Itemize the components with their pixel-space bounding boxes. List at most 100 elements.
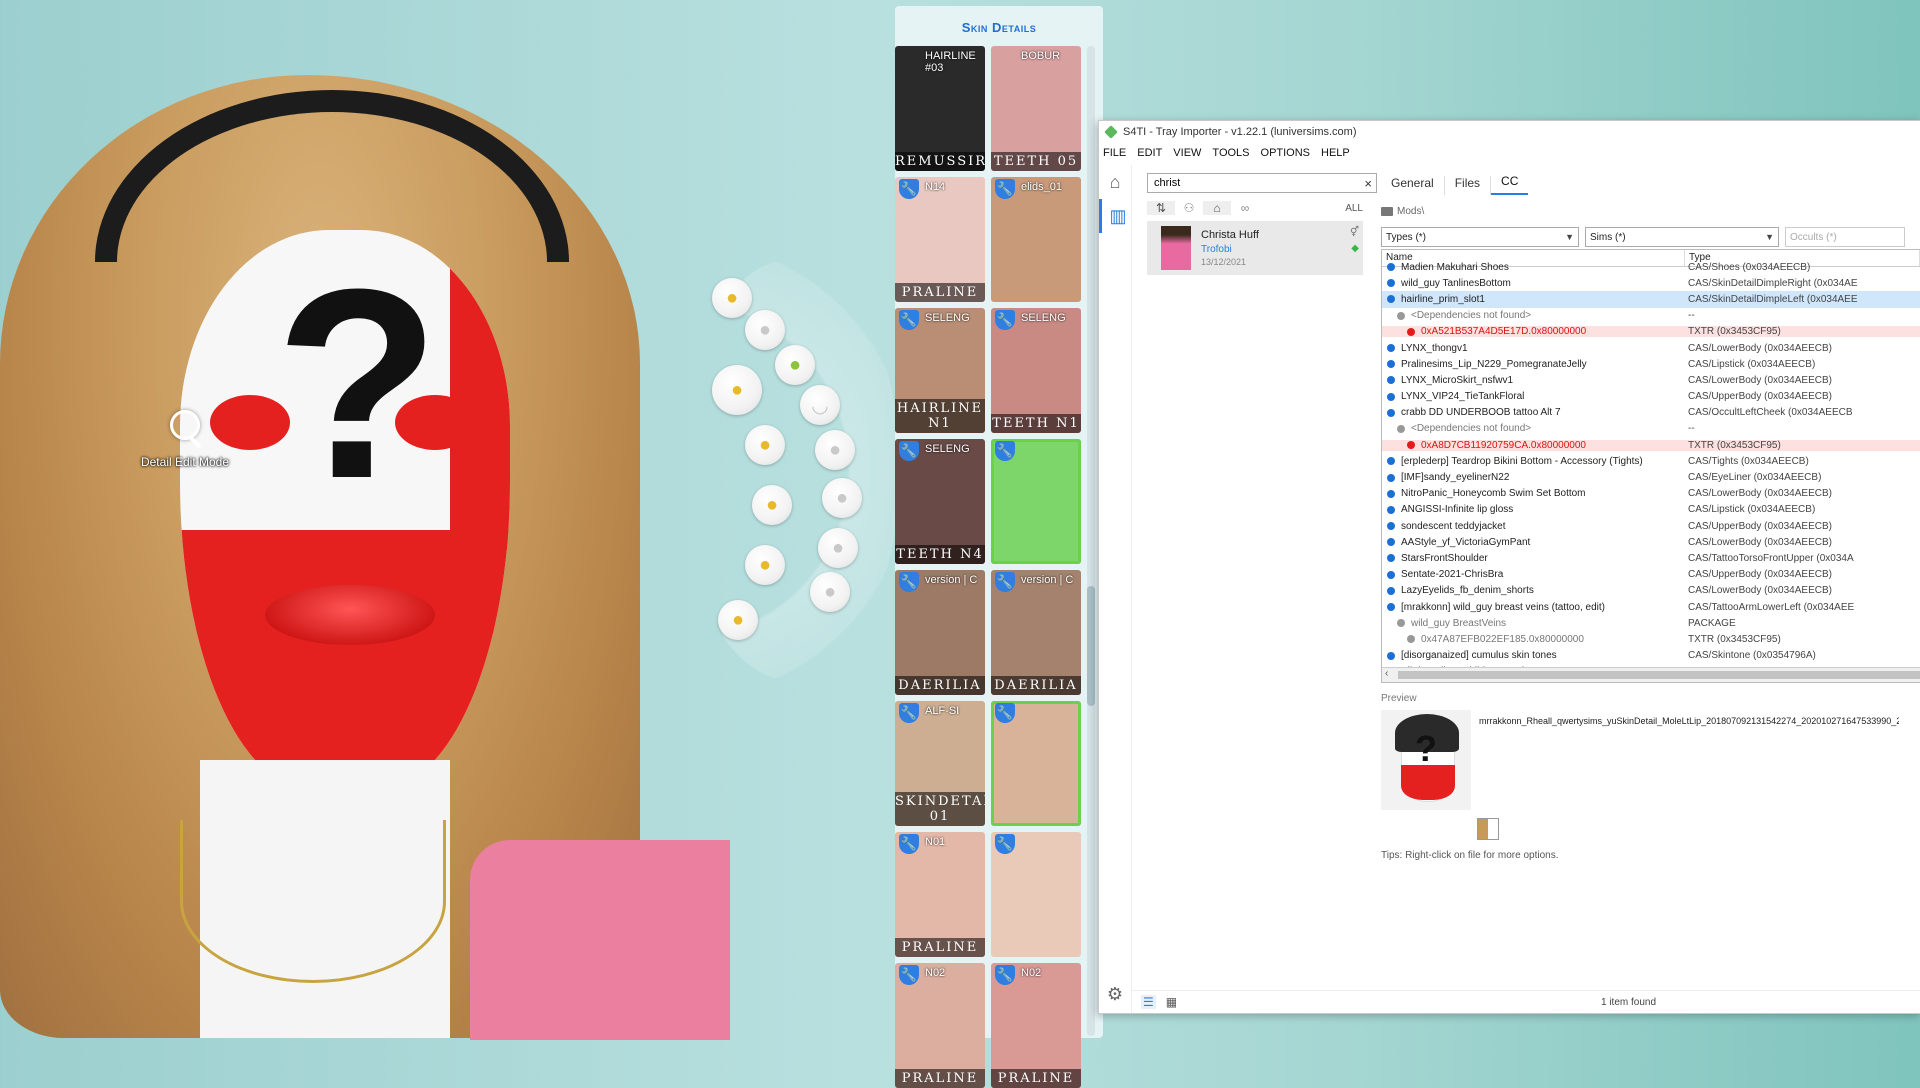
- table-row[interactable]: 0xA8D7CB11920759CA.0x80000000 TXTR (0x345…: [1382, 437, 1920, 453]
- table-row[interactable]: [IMF]sandy_eyelinerN22 CAS/EyeLiner (0x03…: [1382, 469, 1920, 485]
- table-row[interactable]: Madien Makuhari Shoes CAS/Shoes (0x034AEE…: [1382, 259, 1920, 275]
- skin-detail-thumb[interactable]: 🔧 N01 PRALINE: [895, 832, 985, 957]
- color-swatch[interactable]: [1477, 818, 1499, 840]
- table-row[interactable]: [mrakkonn] wild_guy breast veins (tattoo…: [1382, 599, 1920, 615]
- sims-dropdown[interactable]: Sims (*) ▼: [1585, 227, 1779, 247]
- filter-all-label[interactable]: ALL: [1345, 203, 1363, 214]
- tab-files[interactable]: Files: [1445, 176, 1492, 195]
- sim-card[interactable]: Christa Huff Trofobi 13/12/2021 ⚥ ◆: [1147, 221, 1363, 275]
- tab-cc[interactable]: CC: [1491, 174, 1529, 195]
- skin-detail-thumb[interactable]: BOBUR TEETH 05: [991, 46, 1081, 171]
- table-row[interactable]: LazyEyelids_fb_denim_shorts CAS/LowerBody…: [1382, 583, 1920, 599]
- table-row[interactable]: [disorganaized] cumulus skin tones CAS/Sk…: [1382, 648, 1920, 664]
- body-category-icon[interactable]: ●: [712, 278, 752, 318]
- face-shape-icon[interactable]: ●: [815, 430, 855, 470]
- skin-detail-thumb[interactable]: 🔧 ALF-SI SKINDETAIL 01: [895, 701, 985, 826]
- face-category-icon[interactable]: ●: [712, 365, 762, 415]
- mouth-icon[interactable]: ◡: [800, 385, 840, 425]
- menu-view[interactable]: VIEW: [1173, 147, 1201, 159]
- status-dot-icon: [1387, 603, 1395, 612]
- library-icon[interactable]: ▥: [1099, 199, 1134, 233]
- skin-detail-thumb[interactable]: 🔧 elids_01: [991, 177, 1081, 302]
- sim-household-link[interactable]: Trofobi: [1201, 244, 1259, 255]
- table-row[interactable]: LYNX_VIP24_TieTankFloral CAS/UpperBody (0…: [1382, 389, 1920, 405]
- skin-detail-thumb[interactable]: 🔧 SELENG TEETH N4: [895, 439, 985, 564]
- table-row[interactable]: wild_guy BreastVeins PACKAGE: [1382, 615, 1920, 631]
- search-box[interactable]: ×: [1147, 173, 1377, 193]
- list-view-icon[interactable]: ☰: [1141, 995, 1156, 1009]
- table-row[interactable]: 0xA521B537A4D5E17D.0x80000000 TXTR (0x345…: [1382, 324, 1920, 340]
- skin-panel-scrollbar[interactable]: [1087, 46, 1095, 1036]
- menu-tools[interactable]: TOOLS: [1212, 147, 1249, 159]
- table-row[interactable]: sondescent teddyjacket CAS/UpperBody (0x0…: [1382, 518, 1920, 534]
- lips: [265, 585, 435, 645]
- filter-lots-icon[interactable]: ⌂: [1203, 201, 1231, 215]
- tips-text: Tips: Right-click on file for more optio…: [1381, 850, 1559, 861]
- skin-detail-thumb[interactable]: 🔧 N02 PRALINE: [991, 963, 1081, 1088]
- filter-all-types-icon[interactable]: ⇅: [1147, 201, 1175, 215]
- table-row[interactable]: crabb DD UNDERBOOB tattoo Alt 7 CAS/Occul…: [1382, 405, 1920, 421]
- preview-area: ? mrrakkonn_Rheall_qwertysims_yuSkinDeta…: [1381, 710, 1920, 810]
- skin-detail-thumb[interactable]: 🔧: [991, 701, 1081, 826]
- table-row[interactable]: hairline_prim_slot1 CAS/SkinDetailDimpleL…: [1382, 291, 1920, 308]
- headwear-category-icon[interactable]: ●: [752, 485, 792, 525]
- skin-detail-thumb[interactable]: 🔧 N14 PRALINE: [895, 177, 985, 302]
- clear-search-icon[interactable]: ×: [1364, 176, 1372, 191]
- menu-edit[interactable]: EDIT: [1137, 147, 1162, 159]
- skin-detail-thumb[interactable]: 🔧 SELENG TEETH N1: [991, 308, 1081, 433]
- jaw-icon[interactable]: ●: [810, 572, 850, 612]
- cell-type: CAS/EyeLiner (0x034AEECB): [1688, 472, 1822, 484]
- cell-name: Madien Makuhari Shoes: [1382, 262, 1684, 273]
- skin-detail-icon[interactable]: ●: [775, 345, 815, 385]
- mask-category-icon[interactable]: ●: [718, 600, 758, 640]
- table-row[interactable]: [erplederp] Teardrop Bikini Bottom - Acc…: [1382, 453, 1920, 469]
- skin-detail-thumb[interactable]: 🔧 version | C DAERILIA: [895, 570, 985, 695]
- table-row[interactable]: LYNX_MicroSkirt_nsfwv1 CAS/LowerBody (0x0…: [1382, 372, 1920, 388]
- horizontal-scrollbar[interactable]: ‹: [1382, 667, 1920, 682]
- table-row[interactable]: <Dependencies not found> --: [1382, 308, 1920, 324]
- grid-view-icon[interactable]: ▦: [1166, 995, 1177, 1009]
- menu-file[interactable]: FILE: [1103, 147, 1126, 159]
- menu-help[interactable]: HELP: [1321, 147, 1350, 159]
- sim-face[interactable]: ?: [180, 230, 510, 790]
- cell-type: CAS/Lipstick (0x034AEECB): [1688, 504, 1816, 516]
- skin-panel-scroll-thumb[interactable]: [1087, 586, 1095, 706]
- table-row[interactable]: Sentate-2021-ChrisBra CAS/UpperBody (0x03…: [1382, 567, 1920, 583]
- hair-category-icon[interactable]: ●: [745, 425, 785, 465]
- head-icon[interactable]: ●: [745, 310, 785, 350]
- home-icon[interactable]: ⌂: [1099, 165, 1131, 199]
- skin-detail-thumb[interactable]: 🔧 version | C DAERILIA: [991, 570, 1081, 695]
- table-row[interactable]: Pralinesims_Lip_N229_PomegranateJelly CAS…: [1382, 356, 1920, 372]
- accessory-category-icon[interactable]: ●: [745, 545, 785, 585]
- skin-detail-thumb[interactable]: HAIRLINE #03 REMUSSIRION: [895, 46, 985, 171]
- table-row[interactable]: NitroPanic_Honeycomb Swim Set Bottom CAS/…: [1382, 486, 1920, 502]
- cell-type: --: [1688, 310, 1695, 322]
- menu-options[interactable]: OPTIONS: [1261, 147, 1311, 159]
- skin-detail-thumb[interactable]: 🔧: [991, 439, 1081, 564]
- table-row[interactable]: ANGISSI-Infinite lip gloss CAS/Lipstick (…: [1382, 502, 1920, 518]
- path-breadcrumb[interactable]: Mods\: [1381, 203, 1920, 219]
- nose-icon[interactable]: ●: [818, 528, 858, 568]
- status-dot-icon: [1407, 441, 1415, 450]
- search-input[interactable]: [1152, 176, 1365, 190]
- table-row[interactable]: StarsFrontShoulder CAS/TattooTorsoFrontUp…: [1382, 550, 1920, 566]
- table-row[interactable]: AAStyle_yf_VictoriaGymPant CAS/LowerBody …: [1382, 534, 1920, 550]
- tab-general[interactable]: General: [1381, 176, 1445, 195]
- skin-detail-thumb[interactable]: 🔧 N02 PRALINE: [895, 963, 985, 1088]
- filter-rooms-icon[interactable]: ∞: [1231, 201, 1259, 215]
- filter-households-icon[interactable]: ⚇: [1175, 201, 1203, 215]
- table-row[interactable]: <Dependencies not found> --: [1382, 421, 1920, 437]
- scroll-left-icon[interactable]: ‹: [1385, 668, 1388, 679]
- status-bar: ☰ ▦ 1 item found: [1131, 990, 1920, 1013]
- skin-detail-thumb[interactable]: 🔧 SELENG HAIRLINE N1: [895, 308, 985, 433]
- detail-edit-mode[interactable]: Detail Edit Mode: [130, 410, 240, 469]
- table-row[interactable]: LYNX_thongv1 CAS/LowerBody (0x034AEECB): [1382, 340, 1920, 356]
- types-dropdown[interactable]: Types (*) ▼: [1381, 227, 1579, 247]
- ear-icon[interactable]: ●: [822, 478, 862, 518]
- table-row[interactable]: 0x47A87EFB022EF185.0x80000000 TXTR (0x345…: [1382, 631, 1920, 647]
- magnifier-icon[interactable]: [170, 410, 200, 440]
- horizontal-scroll-thumb[interactable]: [1398, 671, 1920, 679]
- settings-gear-icon[interactable]: ⚙: [1099, 984, 1131, 1005]
- skin-detail-thumb[interactable]: 🔧: [991, 832, 1081, 957]
- table-row[interactable]: wild_guy TanlinesBottom CAS/SkinDetailDim…: [1382, 275, 1920, 291]
